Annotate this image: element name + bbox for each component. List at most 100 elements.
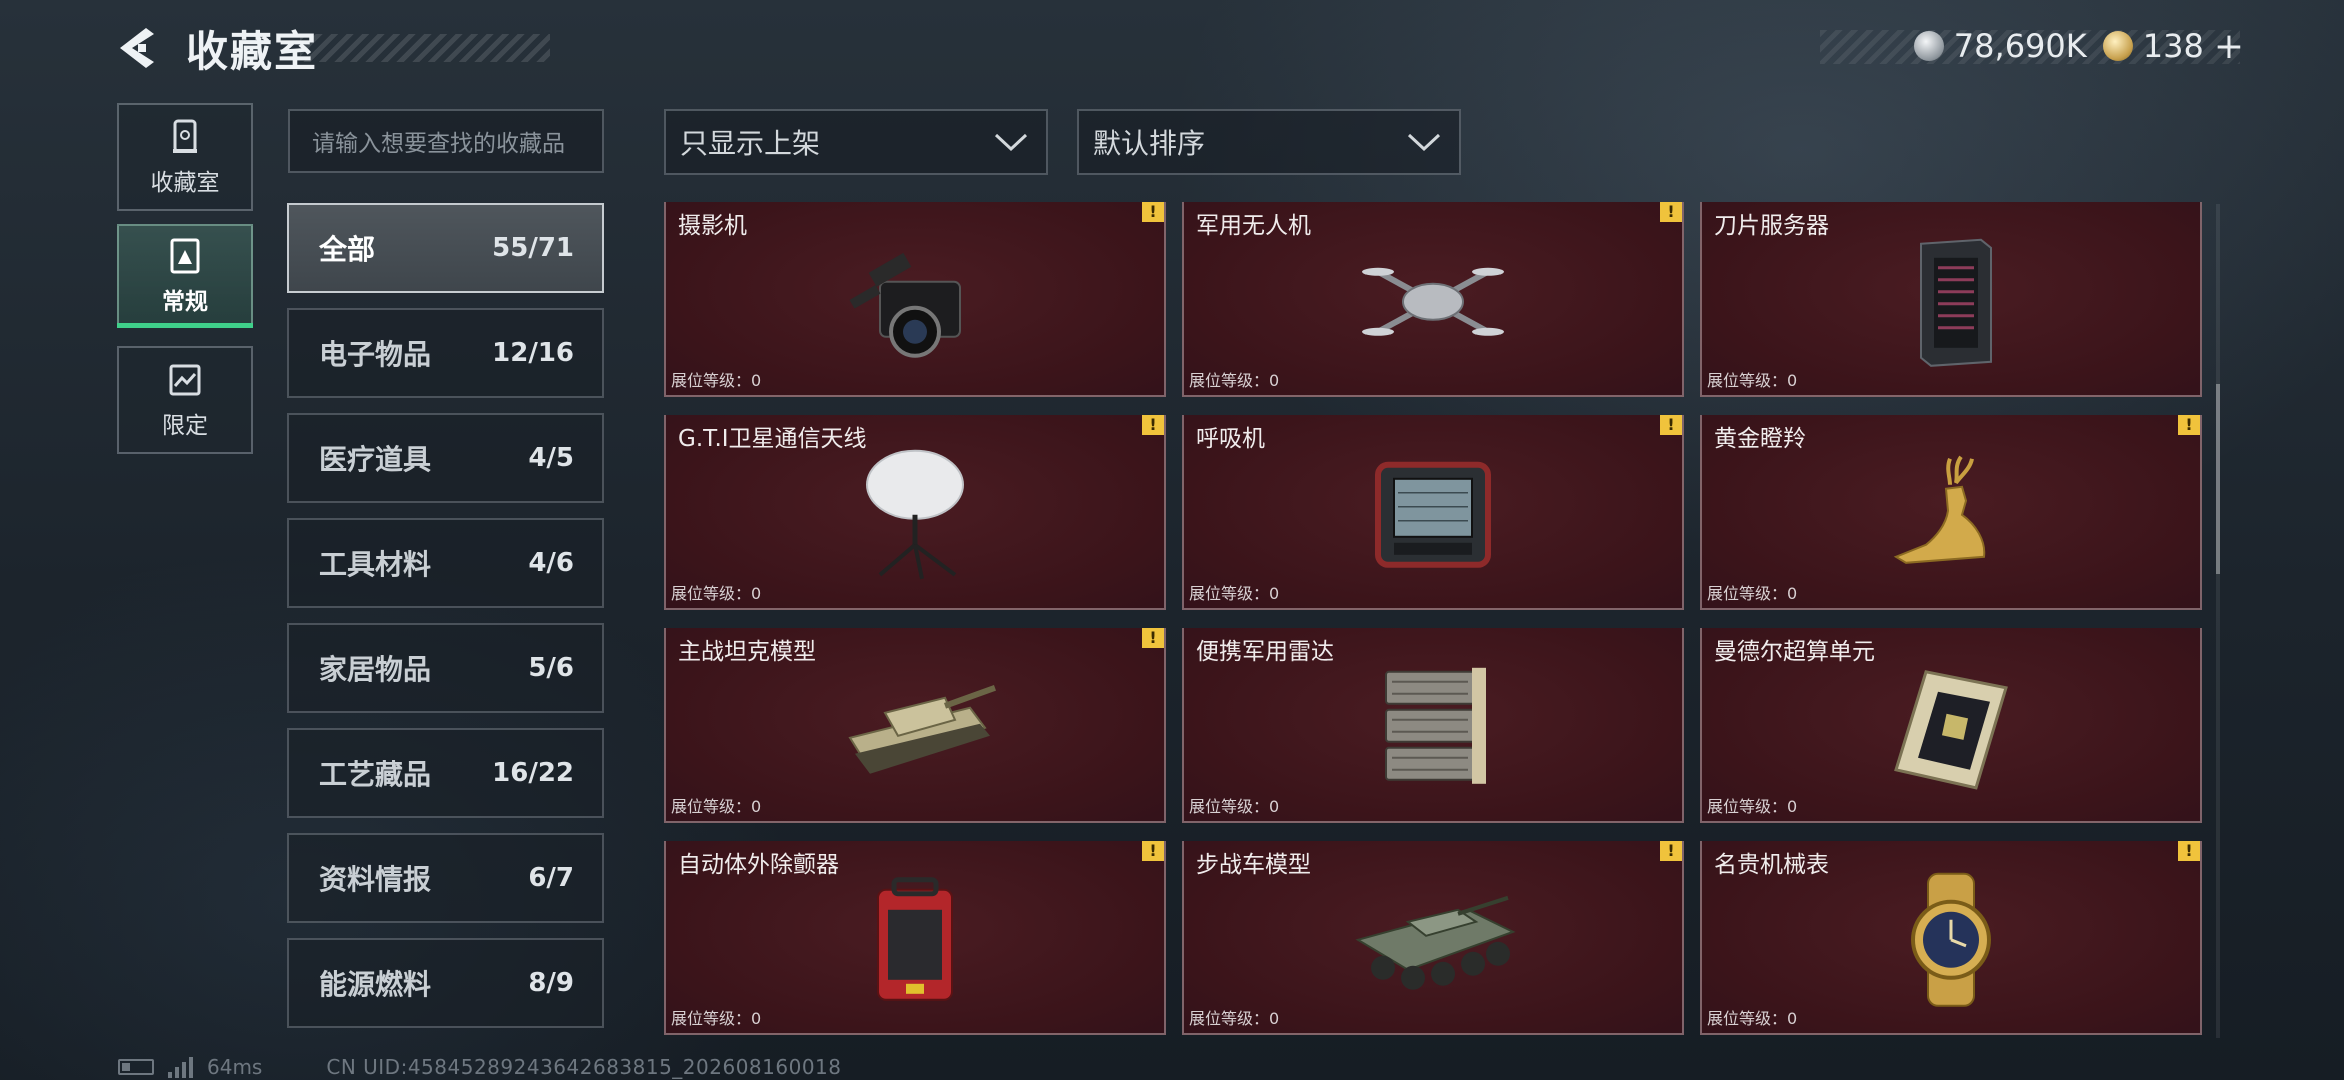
item-name: 呼吸机 (1196, 426, 1265, 452)
warning-icon: ! (1660, 415, 1682, 435)
display-filter-value: 只显示上架 (680, 127, 821, 160)
category-fuel[interactable]: 能源燃料 8/9 (287, 938, 604, 1028)
item-level: 展位等级：0 (1189, 797, 1280, 816)
category-electronics[interactable]: 电子物品 12/16 (287, 308, 604, 398)
item-card-ventilator[interactable]: 呼吸机 ! 展位等级：0 (1182, 415, 1684, 610)
server-icon (1920, 238, 1992, 367)
item-name: 步战车模型 (1196, 852, 1311, 878)
nav-tab-label: 限定 (162, 413, 208, 439)
title-decoration (300, 34, 550, 62)
currency-gold[interactable]: 138 + (2102, 26, 2244, 67)
item-name: 自动体外除颤器 (678, 852, 839, 878)
warning-icon: ! (2178, 841, 2200, 861)
display-filter-dropdown[interactable]: 只显示上架 (664, 109, 1048, 175)
status-footer: 64ms CN UID:45845289243642683815_2026081… (118, 1055, 842, 1079)
warning-icon: ! (2178, 415, 2200, 435)
item-name: 便携军用雷达 (1196, 639, 1334, 665)
chevron-down-icon (1407, 133, 1441, 152)
sort-dropdown[interactable]: 默认排序 (1077, 109, 1461, 175)
tank-model-icon (848, 684, 997, 774)
category-intel[interactable]: 资料情报 6/7 (287, 833, 604, 923)
item-level: 展位等级：0 (1189, 584, 1280, 603)
category-label: 家居物品 (319, 653, 432, 686)
item-card-gold-gazelle[interactable]: 黄金瞪羚 ! 展位等级：0 (1700, 415, 2202, 610)
satellite-antenna-icon (866, 449, 964, 579)
nav-tab-collection-room[interactable]: 收藏室 (117, 103, 253, 211)
currency-bar: 78,690K 138 + (1894, 26, 2244, 67)
collection-room-icon (173, 119, 197, 153)
item-card-blade-server[interactable]: 刀片服务器 展位等级：0 (1700, 202, 2202, 397)
item-level: 展位等级：0 (1707, 584, 1798, 603)
item-card-camera[interactable]: 摄影机 ! 展位等级：0 (664, 202, 1166, 397)
item-name: 曼德尔超算单元 (1714, 639, 1875, 665)
warning-icon: ! (1660, 202, 1682, 222)
gold-amount: 138 (2142, 27, 2204, 65)
add-currency-button[interactable]: + (2214, 26, 2244, 67)
nav-tab-label: 收藏室 (150, 170, 220, 196)
category-medical[interactable]: 医疗道具 4/5 (287, 413, 604, 503)
item-name: 军用无人机 (1196, 213, 1311, 239)
user-uid: CN UID:45845289243642683815_202608160018 (326, 1055, 842, 1079)
search-input[interactable]: 请输入想要查找的收藏品 (288, 109, 604, 173)
search-placeholder: 请输入想要查找的收藏品 (312, 131, 565, 157)
currency-silver[interactable]: 78,690K (1913, 27, 2087, 65)
category-all[interactable]: 全部 55/71 (287, 203, 604, 293)
item-card-satellite-antenna[interactable]: G.T.I卫星通信天线 ! 展位等级：0 (664, 415, 1166, 610)
category-household[interactable]: 家居物品 5/6 (287, 623, 604, 713)
category-count: 5/6 (528, 653, 574, 683)
item-name: 名贵机械表 (1714, 852, 1829, 878)
item-level: 展位等级：0 (671, 371, 762, 390)
item-card-portable-radar[interactable]: 便携军用雷达 展位等级：0 (1182, 628, 1684, 823)
item-level: 展位等级：0 (1189, 371, 1280, 390)
item-level: 展位等级：0 (1707, 797, 1798, 816)
gold-gazelle-icon (1893, 455, 1986, 564)
item-card-defibrillator[interactable]: 自动体外除颤器 ! 展位等级：0 (664, 841, 1166, 1035)
supercomputer-unit-icon (1894, 669, 2008, 790)
category-count: 4/6 (528, 548, 574, 578)
item-card-supercomputer-unit[interactable]: 曼德尔超算单元 展位等级：0 (1700, 628, 2202, 823)
category-count: 8/9 (528, 968, 574, 998)
item-name: 摄影机 (678, 213, 747, 239)
battery-icon (118, 1059, 154, 1075)
chevron-down-icon (994, 133, 1028, 152)
nav-tab-limited[interactable]: 限定 (117, 346, 253, 454)
radar-icon (1385, 667, 1486, 784)
scrollbar-thumb[interactable] (2216, 384, 2220, 574)
warning-icon: ! (1142, 841, 1164, 861)
item-level: 展位等级：0 (671, 1009, 762, 1028)
category-count: 6/7 (528, 863, 574, 893)
camera-icon (849, 252, 961, 358)
nav-tab-regular[interactable]: 常规 (117, 224, 253, 328)
item-grid-scrollbar[interactable] (2216, 204, 2220, 1038)
category-label: 工具材料 (319, 548, 432, 581)
item-name: 主战坦克模型 (678, 639, 816, 665)
ventilator-icon (1375, 461, 1491, 568)
category-label: 能源燃料 (319, 968, 432, 1001)
category-label: 电子物品 (319, 338, 432, 371)
item-card-tank-model[interactable]: 主战坦克模型 ! 展位等级：0 (664, 628, 1166, 823)
silver-amount: 78,690K (1953, 27, 2087, 65)
category-crafts[interactable]: 工艺藏品 16/22 (287, 728, 604, 818)
item-level: 展位等级：0 (1189, 1009, 1280, 1028)
regular-icon (170, 238, 200, 274)
page-title: 收藏室 (186, 27, 319, 76)
back-arrow-icon (120, 28, 154, 68)
luxury-watch-icon (1911, 872, 1991, 1007)
gold-coin-icon (2102, 31, 2133, 61)
item-card-luxury-watch[interactable]: 名贵机械表 ! 展位等级：0 (1700, 841, 2202, 1035)
back-button[interactable] (112, 22, 160, 74)
ifv-model-icon (1355, 895, 1516, 990)
game-screen: 收藏室 78,690K 138 + 收藏室 常规 限定 请输入想要查找的收藏品 … (0, 0, 2344, 1080)
item-name: 刀片服务器 (1714, 213, 1829, 239)
category-label: 工艺藏品 (319, 758, 432, 791)
warning-icon: ! (1660, 841, 1682, 861)
limited-icon (169, 364, 201, 396)
category-tools[interactable]: 工具材料 4/6 (287, 518, 604, 608)
item-card-ifv-model[interactable]: 步战车模型 ! 展位等级：0 (1182, 841, 1684, 1035)
signal-icon (168, 1056, 193, 1078)
item-level: 展位等级：0 (1707, 1009, 1798, 1028)
item-card-drone[interactable]: 军用无人机 ! 展位等级：0 (1182, 202, 1684, 397)
item-level: 展位等级：0 (671, 584, 762, 603)
warning-icon: ! (1142, 415, 1164, 435)
silver-coin-icon (1913, 31, 1944, 61)
